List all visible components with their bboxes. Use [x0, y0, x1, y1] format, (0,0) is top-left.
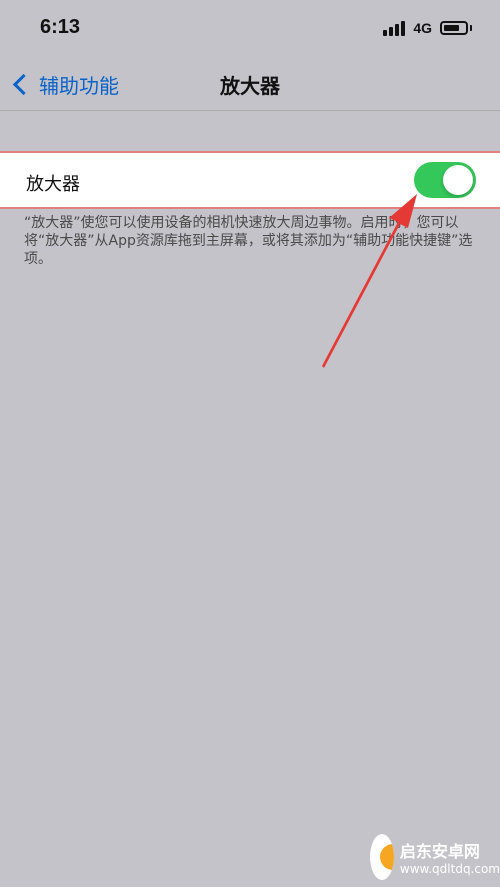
- watermark-url: www.qdltdq.com: [399, 862, 500, 876]
- watermark-text: 启东安卓网 www.qdltdq.com: [400, 838, 500, 876]
- annotation-arrow-icon: [322, 194, 417, 368]
- back-button[interactable]: 辅助功能: [12, 70, 119, 99]
- status-right: 4G: [383, 20, 472, 36]
- battery-fill: [444, 25, 459, 31]
- setting-row-magnifier: 放大器: [0, 151, 500, 209]
- status-time: 6:13: [40, 16, 81, 38]
- cellular-signal-icon: [383, 20, 406, 36]
- battery-icon: [440, 21, 468, 35]
- setting-label: 放大器: [26, 174, 80, 195]
- toggle-knob: [443, 165, 473, 195]
- watermark: 启东安卓网 www.qdltdq.com: [370, 827, 500, 887]
- page-title: 放大器: [220, 74, 280, 98]
- status-bar: 6:13 4G: [0, 0, 500, 60]
- chevron-left-icon: [12, 73, 35, 96]
- magnifier-toggle[interactable]: [414, 162, 476, 198]
- navigation-bar: 辅助功能 放大器: [0, 60, 500, 111]
- network-type: 4G: [413, 20, 432, 36]
- setting-description: “放大器”使您可以使用设备的相机快速放大周边事物。启用时，您可以将“放大器”从A…: [24, 215, 473, 267]
- battery-tip: [470, 25, 472, 31]
- watermark-name: 启东安卓网: [399, 842, 480, 861]
- watermark-logo-icon: [370, 834, 394, 880]
- back-label: 辅助功能: [39, 74, 119, 98]
